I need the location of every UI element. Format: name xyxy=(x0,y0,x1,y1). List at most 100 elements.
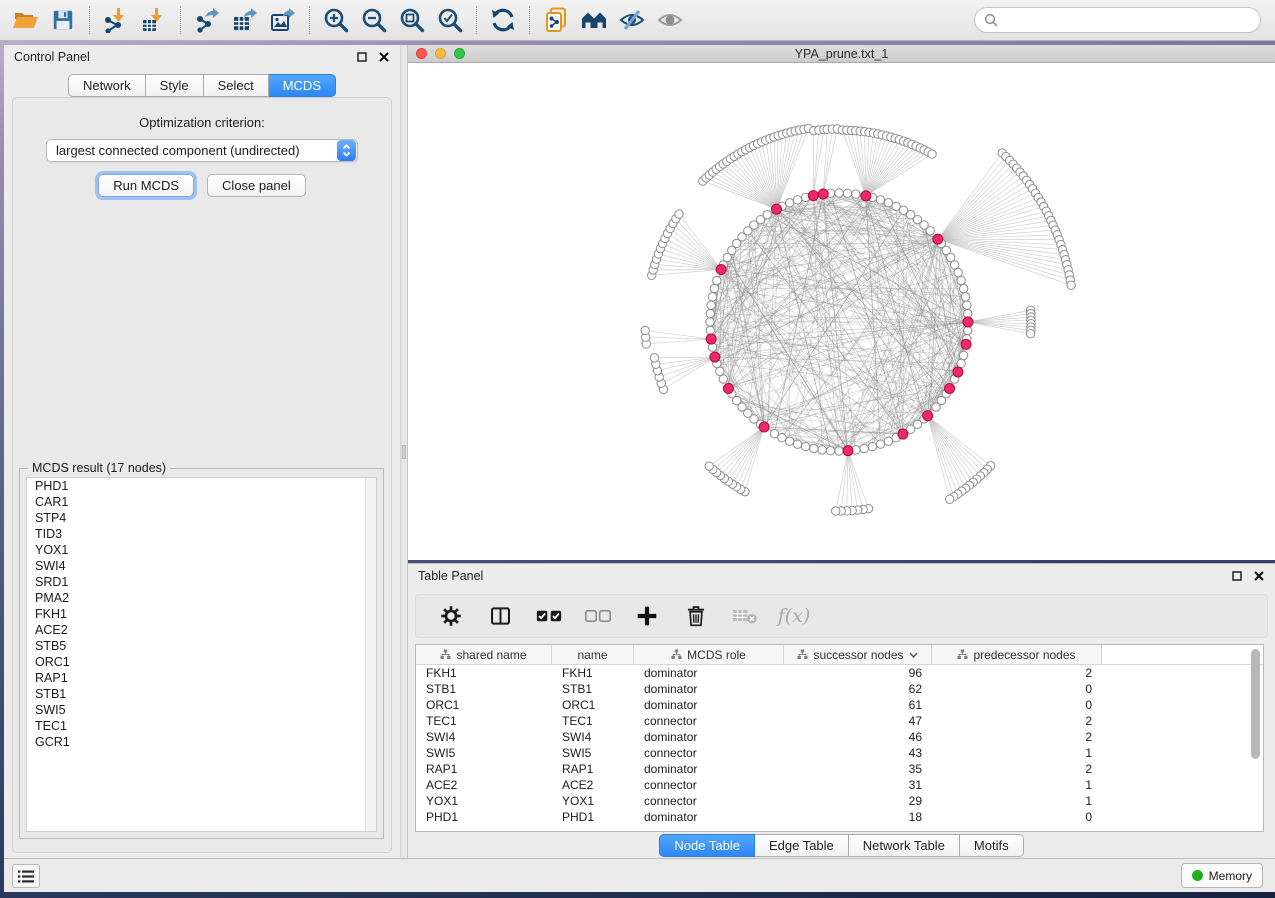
ring-node[interactable] xyxy=(706,326,714,334)
ring-node[interactable] xyxy=(818,446,826,454)
ring-node[interactable] xyxy=(835,189,843,197)
ring-node[interactable] xyxy=(835,447,843,455)
ring-node[interactable] xyxy=(785,199,793,207)
close-panel-button[interactable] xyxy=(378,51,390,63)
table-row[interactable]: SWI5SWI5connector431 xyxy=(416,745,1263,761)
ring-node[interactable] xyxy=(716,367,724,375)
float-panel-button[interactable] xyxy=(356,51,368,63)
ring-node[interactable] xyxy=(810,444,818,452)
mcds-result-item[interactable]: SRD1 xyxy=(27,574,376,590)
satellite-node[interactable] xyxy=(928,150,936,158)
export-image-button[interactable] xyxy=(264,2,302,38)
mcds-hub-node[interactable] xyxy=(771,204,781,214)
ring-node[interactable] xyxy=(826,447,834,455)
new-network-from-selection-button[interactable] xyxy=(537,2,575,38)
mcds-result-item[interactable]: TEC1 xyxy=(27,718,376,734)
close-table-panel-button[interactable] xyxy=(1253,570,1265,582)
ring-node[interactable] xyxy=(793,440,801,448)
mcds-hub-node[interactable] xyxy=(933,234,943,244)
mcds-hub-node[interactable] xyxy=(716,265,726,275)
ring-node[interactable] xyxy=(763,211,771,219)
ring-node[interactable] xyxy=(770,430,778,438)
optimization-criterion-select[interactable]: largest connected component (undirected) xyxy=(46,139,358,162)
tab-edge-table[interactable]: Edge Table xyxy=(755,834,849,857)
ring-node[interactable] xyxy=(876,196,884,204)
tab-motifs[interactable]: Motifs xyxy=(960,834,1024,857)
mcds-result-item[interactable]: PMA2 xyxy=(27,590,376,606)
ring-node[interactable] xyxy=(932,403,940,411)
run-mcds-button[interactable]: Run MCDS xyxy=(98,174,194,197)
ring-node[interactable] xyxy=(706,318,714,326)
network-canvas-svg[interactable] xyxy=(408,63,1275,560)
column-header-name[interactable]: name xyxy=(552,645,634,664)
select-all-button[interactable] xyxy=(534,601,564,631)
satellite-node[interactable] xyxy=(832,507,840,515)
delete-table-button[interactable] xyxy=(730,601,760,631)
ring-node[interactable] xyxy=(959,351,967,359)
mcds-result-item[interactable]: GCR1 xyxy=(27,734,376,750)
ring-node[interactable] xyxy=(957,276,965,284)
function-builder-button[interactable]: f(x) xyxy=(779,601,809,631)
mcds-result-item[interactable]: TID3 xyxy=(27,526,376,542)
mcds-result-list[interactable]: PHD1CAR1STP4TID3YOX1SWI4SRD1PMA2FKH1ACE2… xyxy=(26,477,377,832)
mcds-hub-node[interactable] xyxy=(710,352,720,362)
mcds-result-item[interactable]: STP4 xyxy=(27,510,376,526)
table-row[interactable]: RAP1RAP1dominator352 xyxy=(416,761,1263,777)
ring-node[interactable] xyxy=(950,261,958,269)
zoom-out-button[interactable] xyxy=(355,2,393,38)
mcds-result-item[interactable]: CAR1 xyxy=(27,494,376,510)
splitter-handle[interactable] xyxy=(402,445,406,459)
zoom-fit-button[interactable] xyxy=(393,2,431,38)
mcds-hub-node[interactable] xyxy=(945,383,955,393)
ring-node[interactable] xyxy=(707,301,715,309)
ring-node[interactable] xyxy=(961,293,969,301)
tab-network[interactable]: Network xyxy=(68,74,146,97)
ring-node[interactable] xyxy=(963,301,971,309)
zoom-selected-button[interactable] xyxy=(431,2,469,38)
tab-select[interactable]: Select xyxy=(204,74,269,97)
table-row[interactable]: FKH1FKH1dominator962 xyxy=(416,665,1263,681)
binoculars-button[interactable] xyxy=(575,2,613,38)
satellite-node[interactable] xyxy=(650,354,658,362)
mcds-result-item[interactable]: STB1 xyxy=(27,686,376,702)
float-table-panel-button[interactable] xyxy=(1231,570,1243,582)
mcds-result-item[interactable]: RAP1 xyxy=(27,670,376,686)
satellite-node[interactable] xyxy=(675,210,683,218)
column-header-mcds-role[interactable]: MCDS role xyxy=(634,645,784,664)
deselect-all-button[interactable] xyxy=(583,601,613,631)
ring-node[interactable] xyxy=(713,276,721,284)
mcds-hub-node[interactable] xyxy=(953,367,963,377)
ring-node[interactable] xyxy=(954,268,962,276)
mcds-result-item[interactable]: PHD1 xyxy=(27,478,376,494)
table-row[interactable]: TEC1TEC1connector472 xyxy=(416,713,1263,729)
column-header-shared-name[interactable]: shared name xyxy=(416,645,552,664)
satellite-node[interactable] xyxy=(1067,281,1075,289)
ring-node[interactable] xyxy=(959,284,967,292)
delete-columns-button[interactable] xyxy=(681,601,711,631)
table-row[interactable]: ORC1ORC1dominator610 xyxy=(416,697,1263,713)
ring-node[interactable] xyxy=(884,199,892,207)
mcds-result-item[interactable]: YOX1 xyxy=(27,542,376,558)
import-network-button[interactable] xyxy=(97,2,135,38)
mcds-hub-node[interactable] xyxy=(723,383,733,393)
mcds-result-item[interactable]: SWI4 xyxy=(27,558,376,574)
mcds-hub-node[interactable] xyxy=(961,339,971,349)
satellite-node[interactable] xyxy=(1026,330,1034,338)
mcds-result-item[interactable]: ACE2 xyxy=(27,622,376,638)
table-settings-button[interactable] xyxy=(436,601,466,631)
export-table-button[interactable] xyxy=(226,2,264,38)
search-input[interactable] xyxy=(1004,13,1251,27)
ring-node[interactable] xyxy=(852,190,860,198)
tab-network-table[interactable]: Network Table xyxy=(849,834,960,857)
mcds-hub-node[interactable] xyxy=(759,422,769,432)
ring-node[interactable] xyxy=(710,284,718,292)
zoom-in-button[interactable] xyxy=(317,2,355,38)
table-row[interactable]: YOX1YOX1connector291 xyxy=(416,793,1263,809)
table-row[interactable]: ACE2ACE2connector311 xyxy=(416,777,1263,793)
list-scrollbar[interactable] xyxy=(365,478,376,831)
table-row[interactable]: PHD1PHD1dominator180 xyxy=(416,809,1263,825)
ring-node[interactable] xyxy=(957,359,965,367)
table-scrollbar-thumb[interactable] xyxy=(1251,649,1260,759)
import-table-button[interactable] xyxy=(135,2,173,38)
satellite-node[interactable] xyxy=(641,326,649,334)
